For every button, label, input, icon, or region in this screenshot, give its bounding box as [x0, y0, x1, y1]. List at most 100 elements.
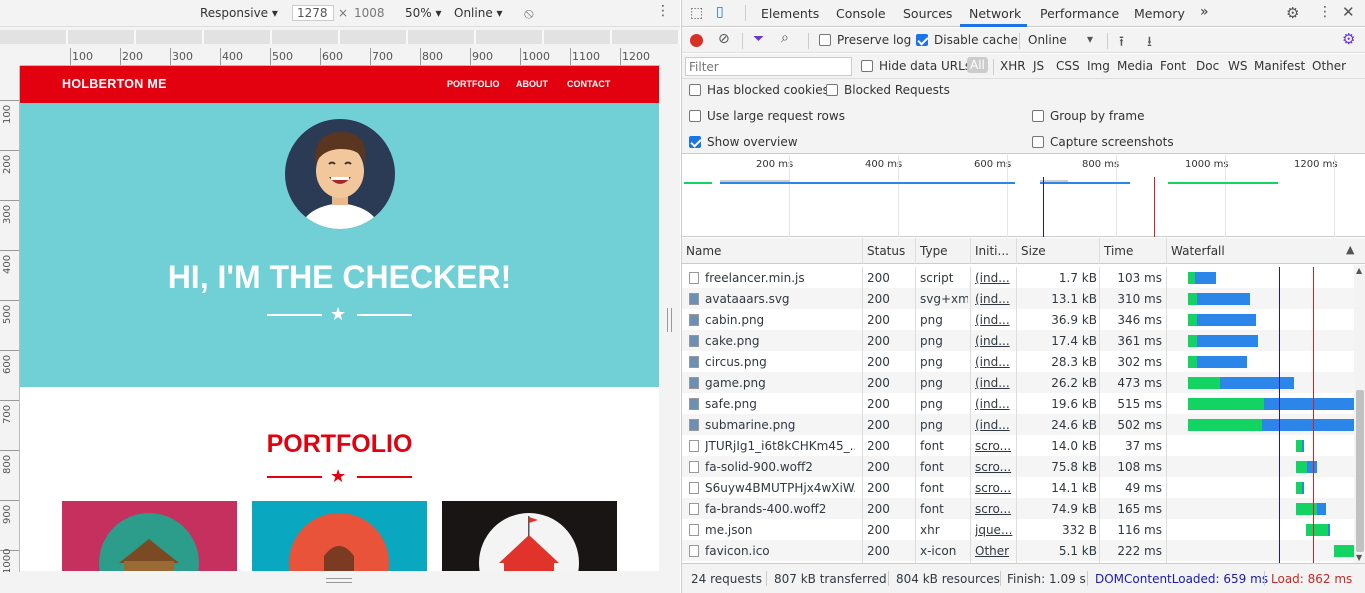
- request-initiator[interactable]: (ind...: [975, 397, 1013, 411]
- resize-handle-bottom[interactable]: [326, 578, 352, 583]
- tab-console[interactable]: Console: [836, 6, 886, 21]
- hide-data-urls-checkbox[interactable]: [861, 60, 873, 72]
- request-row[interactable]: JTURjIg1_i6t8kCHKm45_... 200 font scro... 14…: [682, 435, 1354, 456]
- request-initiator[interactable]: scro...: [975, 439, 1013, 453]
- type-filter-manifest[interactable]: Manifest: [1254, 59, 1305, 73]
- type-filter-xhr[interactable]: XHR: [1000, 59, 1026, 73]
- height-input[interactable]: 1008: [350, 6, 389, 20]
- more-options-icon[interactable]: ⋮: [656, 3, 670, 19]
- column-initiator[interactable]: Initi...: [975, 244, 1009, 258]
- nav-portfolio[interactable]: PORTFOLIO: [447, 79, 500, 89]
- column-type[interactable]: Type: [920, 244, 948, 258]
- blocked-requests-checkbox[interactable]: [826, 84, 838, 96]
- request-row[interactable]: submarine.png 200 png (ind... 24.6 kB 502 ms: [682, 414, 1361, 435]
- resize-handle-right[interactable]: [667, 308, 672, 332]
- site-brand[interactable]: HOLBERTON ME: [62, 77, 167, 91]
- request-initiator[interactable]: scro...: [975, 460, 1013, 474]
- tab-network[interactable]: Network: [969, 6, 1021, 21]
- request-initiator[interactable]: jque...: [975, 523, 1013, 537]
- group-by-frame-checkbox[interactable]: [1032, 110, 1044, 122]
- settings-gear-icon[interactable]: ⚙: [1286, 4, 1299, 22]
- filter-icon[interactable]: ⏷: [753, 31, 764, 47]
- column-size[interactable]: Size: [1021, 244, 1046, 258]
- zoom-select[interactable]: 50% ▾: [405, 6, 442, 20]
- column-status[interactable]: Status: [867, 244, 905, 258]
- device-toolbar-icon[interactable]: ▯: [716, 4, 724, 20]
- request-initiator[interactable]: (ind...: [975, 418, 1013, 432]
- timeline-overview[interactable]: 200 ms 400 ms 600 ms 800 ms 1000 ms 1200…: [682, 155, 1365, 237]
- scroll-up-icon[interactable]: ▲: [1356, 266, 1362, 275]
- portfolio-card-cake[interactable]: [252, 501, 427, 571]
- column-name[interactable]: Name: [686, 244, 721, 258]
- width-input[interactable]: 1278: [292, 5, 334, 21]
- throttle-select[interactable]: Online: [1028, 33, 1067, 47]
- export-har-icon[interactable]: ⭳: [1147, 31, 1152, 55]
- sort-up-icon[interactable]: ▲: [1346, 243, 1354, 256]
- search-icon[interactable]: ⌕: [781, 30, 789, 46]
- request-initiator[interactable]: scro...: [975, 481, 1013, 495]
- column-time[interactable]: Time: [1104, 244, 1133, 258]
- close-icon[interactable]: ✕: [1342, 3, 1355, 21]
- network-throttle-select[interactable]: Online ▾: [454, 6, 503, 20]
- media-query-bar[interactable]: [0, 30, 680, 44]
- request-row[interactable]: S6uyw4BMUTPHjx4wXiW... 200 font scro... 14.1…: [682, 477, 1354, 498]
- request-initiator[interactable]: (ind...: [975, 313, 1013, 327]
- column-waterfall[interactable]: Waterfall: [1171, 244, 1225, 258]
- filter-input[interactable]: [685, 57, 852, 76]
- request-row[interactable]: cake.png 200 png (ind... 17.4 kB 361 ms: [682, 330, 1354, 351]
- type-filter-js[interactable]: JS: [1033, 59, 1044, 73]
- device-select[interactable]: Responsive ▾: [200, 6, 278, 20]
- request-initiator[interactable]: (ind...: [975, 334, 1013, 348]
- has-blocked-cookies-checkbox[interactable]: [689, 84, 701, 96]
- nav-contact[interactable]: CONTACT: [567, 79, 610, 89]
- tab-elements[interactable]: Elements: [761, 6, 819, 21]
- large-rows-checkbox[interactable]: [689, 110, 701, 122]
- type-filter-other[interactable]: Other: [1312, 59, 1346, 73]
- chevron-down-icon[interactable]: ▾: [1087, 32, 1093, 46]
- type-filter-media[interactable]: Media: [1117, 59, 1153, 73]
- scrollbar-thumb[interactable]: [1356, 390, 1364, 552]
- clear-icon[interactable]: ⊘: [718, 31, 730, 47]
- type-filter-ws[interactable]: WS: [1228, 59, 1247, 73]
- scroll-down-icon[interactable]: ▼: [1356, 553, 1362, 562]
- devtools-menu-icon[interactable]: ⋮: [1318, 4, 1332, 20]
- record-icon[interactable]: [690, 34, 703, 47]
- request-row[interactable]: me.json 200 xhr jque... 332 B 116 ms: [682, 519, 1354, 540]
- rotate-icon[interactable]: ⦸: [524, 4, 534, 22]
- import-har-icon[interactable]: ⭱: [1119, 31, 1124, 55]
- type-filter-all[interactable]: All: [967, 57, 988, 73]
- portfolio-card-cabin[interactable]: [62, 501, 237, 571]
- request-initiator[interactable]: (ind...: [975, 355, 1013, 369]
- request-initiator[interactable]: (ind...: [975, 376, 1013, 390]
- type-filter-css[interactable]: CSS: [1056, 59, 1080, 73]
- type-filter-img[interactable]: Img: [1087, 59, 1110, 73]
- request-row[interactable]: fa-solid-900.woff2 200 font scro... 75.8 kB 1…: [682, 456, 1354, 477]
- type-filter-doc[interactable]: Doc: [1196, 59, 1219, 73]
- request-row[interactable]: safe.png 200 png (ind... 19.6 kB 515 ms: [682, 393, 1365, 414]
- request-row[interactable]: freelancer.min.js 200 script (ind... 1.7 kB 1…: [682, 267, 1354, 288]
- type-filter-font[interactable]: Font: [1160, 59, 1186, 73]
- portfolio-card-circus[interactable]: [442, 501, 617, 571]
- tab-memory[interactable]: Memory: [1134, 6, 1185, 21]
- preserve-log-checkbox[interactable]: [819, 34, 831, 46]
- request-row[interactable]: favicon.ico 200 x-icon Other 5.1 kB 222 ms: [682, 540, 1365, 561]
- show-overview-checkbox[interactable]: [689, 136, 701, 148]
- request-initiator[interactable]: (ind...: [975, 271, 1013, 285]
- inspect-element-icon[interactable]: ⬚: [690, 5, 703, 21]
- request-row[interactable]: avataaars.svg 200 svg+xml (ind... 13.1 kB 310…: [682, 288, 1354, 309]
- more-tabs-icon[interactable]: »: [1200, 4, 1209, 20]
- request-initiator[interactable]: (ind...: [975, 292, 1013, 306]
- request-row[interactable]: game.png 200 png (ind... 26.2 kB 473 ms: [682, 372, 1354, 393]
- request-row[interactable]: cabin.png 200 png (ind... 36.9 kB 346 ms: [682, 309, 1354, 330]
- network-settings-icon[interactable]: ⚙: [1342, 30, 1355, 48]
- request-initiator[interactable]: Other: [975, 544, 1013, 558]
- tab-sources[interactable]: Sources: [903, 6, 952, 21]
- capture-screenshots-checkbox[interactable]: [1032, 136, 1044, 148]
- tab-performance[interactable]: Performance: [1040, 6, 1119, 21]
- disable-cache-checkbox[interactable]: [916, 34, 928, 46]
- request-initiator[interactable]: scro...: [975, 502, 1013, 516]
- request-row[interactable]: circus.png 200 png (ind... 28.3 kB 302 ms: [682, 351, 1354, 372]
- request-row[interactable]: fa-brands-400.woff2 200 font scro... 74.9 kB…: [682, 498, 1354, 519]
- scrollbar[interactable]: ▲ ▼: [1354, 265, 1365, 563]
- nav-about[interactable]: ABOUT: [516, 79, 548, 89]
